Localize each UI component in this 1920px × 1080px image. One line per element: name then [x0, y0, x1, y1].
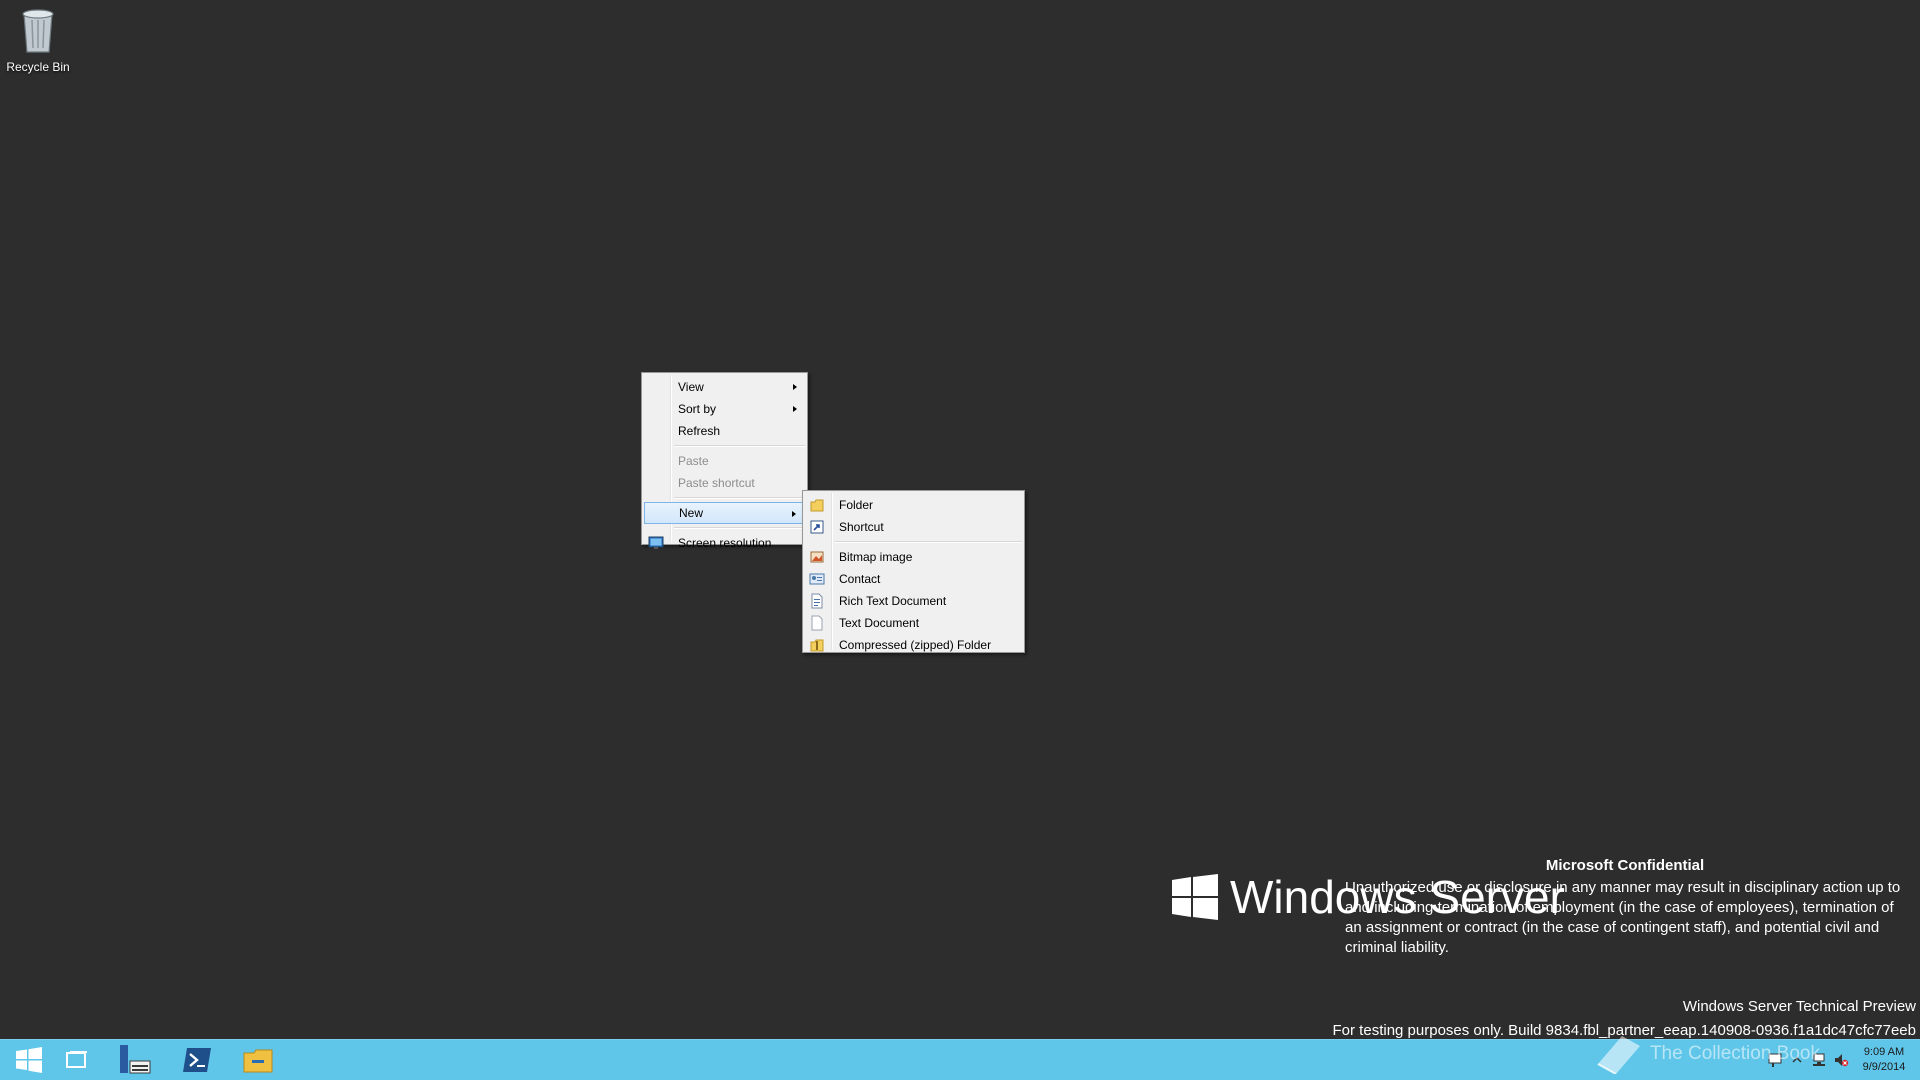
- new-submenu: Folder Shortcut Bitmap image Contact Ric…: [802, 490, 1025, 653]
- new-item-folder[interactable]: Folder: [805, 494, 1022, 516]
- collection-overlay: The Collection Book: [1594, 1034, 1820, 1074]
- menu-separator: [835, 541, 1022, 543]
- menu-item-label: New: [679, 506, 704, 520]
- menu-item-label: Paste shortcut: [678, 476, 755, 490]
- menu-item-label: Sort by: [678, 402, 717, 416]
- powershell-icon: [183, 1048, 211, 1072]
- server-manager-button[interactable]: [106, 1040, 164, 1080]
- menu-item-paste-shortcut[interactable]: Paste shortcut: [644, 472, 805, 494]
- menu-separator: [674, 497, 805, 499]
- menu-item-label: Rich Text Document: [839, 594, 947, 608]
- new-item-contact[interactable]: Contact: [805, 568, 1022, 590]
- clock[interactable]: 9:09 AM 9/9/2014: [1852, 1045, 1916, 1075]
- text-document-icon: [811, 615, 823, 631]
- clock-date: 9/9/2014: [1862, 1061, 1906, 1073]
- menu-item-sort-by[interactable]: Sort by: [644, 398, 805, 420]
- screen-resolution-icon: [648, 536, 664, 549]
- book-icon: [1597, 1036, 1640, 1074]
- menu-item-label: Compressed (zipped) Folder: [839, 638, 992, 652]
- new-item-text-document[interactable]: Text Document: [805, 612, 1022, 634]
- powershell-button[interactable]: [168, 1040, 226, 1080]
- confidential-title: Microsoft Confidential: [1545, 857, 1705, 874]
- submenu-arrow-icon: [793, 384, 797, 390]
- menu-item-view[interactable]: View: [644, 376, 805, 398]
- menu-item-paste[interactable]: Paste: [644, 450, 805, 472]
- menu-item-label: Screen resolution: [678, 536, 772, 550]
- confidential-text: Unauthorized use or disclosure in any ma…: [1345, 879, 1901, 956]
- menu-item-refresh[interactable]: Refresh: [644, 420, 805, 442]
- desktop-context-menu: View Sort by Refresh Paste Paste shortcu…: [641, 372, 808, 550]
- new-item-rich-text-document[interactable]: Rich Text Document: [805, 590, 1022, 612]
- menu-item-label: Folder: [839, 498, 874, 512]
- menu-separator: [674, 527, 805, 529]
- menu-item-label: Bitmap image: [839, 550, 913, 564]
- menu-item-label: Shortcut: [839, 520, 884, 534]
- speaker-muted-icon: [1835, 1054, 1849, 1067]
- menu-separator: [674, 445, 805, 447]
- task-view-icon: [66, 1051, 87, 1068]
- recycle-bin-label: Recycle Bin: [6, 60, 70, 74]
- bitmap-icon: [810, 551, 824, 563]
- menu-item-screen-resolution[interactable]: Screen resolution: [644, 532, 805, 554]
- recycle-bin[interactable]: Recycle Bin: [4, 6, 72, 74]
- submenu-arrow-icon: [792, 511, 796, 517]
- server-manager-icon: [120, 1045, 151, 1074]
- taskbar: 9:09 AM 9/9/2014 The Collection Book: [0, 1036, 1920, 1080]
- edition-text: Windows Server Technical Preview: [1682, 998, 1916, 1015]
- folder-icon: [810, 499, 824, 512]
- file-explorer-icon: [243, 1049, 273, 1073]
- zip-folder-icon: [810, 639, 824, 652]
- file-explorer-button[interactable]: [229, 1040, 287, 1080]
- menu-item-label: Refresh: [678, 424, 721, 438]
- contact-icon: [809, 573, 825, 585]
- menu-item-label: View: [678, 380, 704, 394]
- windows-start-icon: [16, 1047, 42, 1073]
- rich-text-icon: [811, 593, 823, 609]
- volume-button[interactable]: [1830, 1040, 1852, 1080]
- menu-item-new[interactable]: New: [644, 502, 805, 524]
- collection-text: The Collection Book: [1649, 1043, 1820, 1064]
- menu-item-label: Paste: [678, 454, 709, 468]
- recycle-bin-icon: [22, 9, 54, 53]
- shortcut-icon: [810, 520, 824, 534]
- new-item-bitmap-image[interactable]: Bitmap image: [805, 546, 1022, 568]
- new-item-shortcut[interactable]: Shortcut: [805, 516, 1022, 538]
- confidential-notice: Microsoft Confidential Unauthorized use …: [1345, 856, 1905, 958]
- clock-time: 9:09 AM: [1863, 1046, 1905, 1058]
- new-item-compressed-folder[interactable]: Compressed (zipped) Folder: [805, 634, 1022, 656]
- menu-item-label: Contact: [839, 572, 881, 586]
- submenu-arrow-icon: [793, 406, 797, 412]
- windows-logo-icon: [1172, 874, 1218, 920]
- task-view-button[interactable]: [48, 1040, 106, 1080]
- menu-item-label: Text Document: [839, 616, 920, 630]
